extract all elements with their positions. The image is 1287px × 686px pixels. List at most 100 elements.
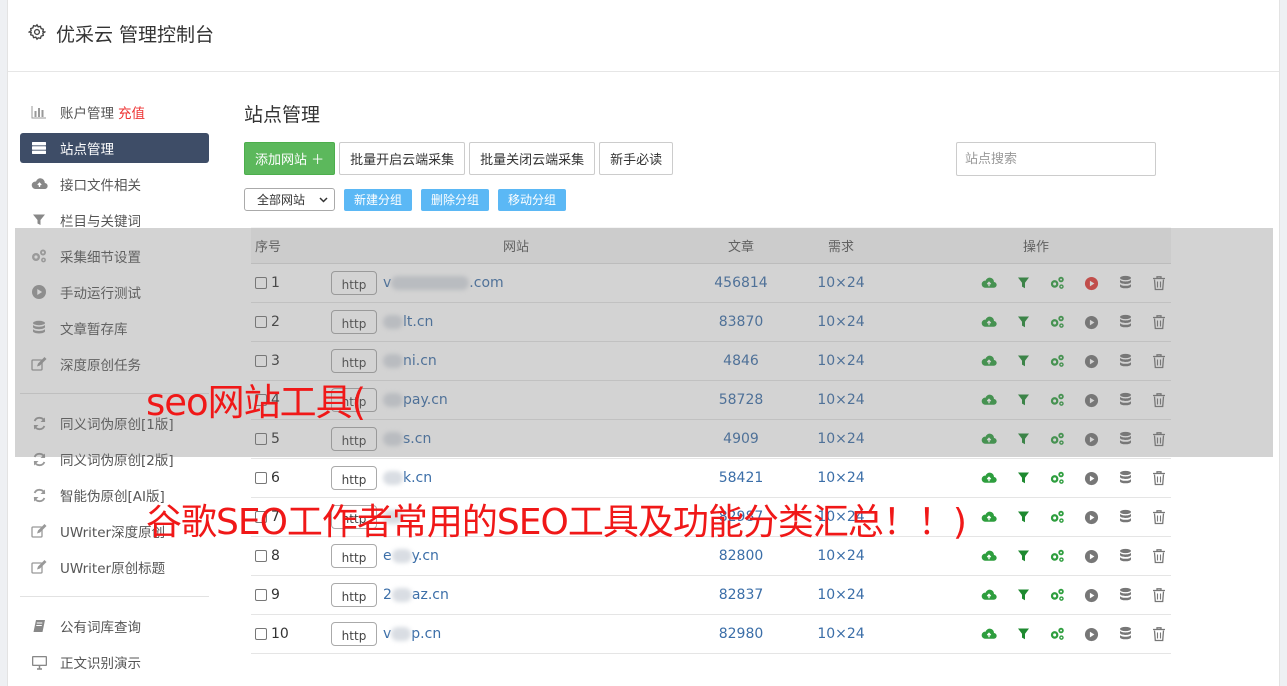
- storage-op-icon[interactable]: [1117, 509, 1133, 525]
- sidebar-item[interactable]: 公有词库查询: [20, 608, 209, 644]
- site-domain[interactable]: e y.cn: [383, 548, 439, 564]
- redacted-blur: [391, 627, 412, 641]
- app-title: 优采云 管理控制台: [56, 24, 215, 46]
- upload-cloud-icon[interactable]: [981, 587, 997, 603]
- site-cell: http 2 az.cn: [331, 583, 701, 607]
- settings-op-icon[interactable]: [1049, 548, 1065, 564]
- run-icon[interactable]: [1083, 470, 1099, 486]
- main-content: 站点管理 添加网站 ＋ 批量开启云端采集 批量关闭云端采集 新手必读 全部网站 …: [244, 100, 1171, 654]
- storage-op-icon[interactable]: [1117, 548, 1133, 564]
- upload-cloud-icon[interactable]: [981, 509, 997, 525]
- batch-disable-button[interactable]: 批量关闭云端采集: [469, 142, 596, 175]
- sidebar-item[interactable]: 站点管理: [20, 133, 209, 163]
- trash-icon[interactable]: [1151, 548, 1167, 564]
- recharge-link[interactable]: 充值: [118, 102, 145, 122]
- article-count[interactable]: 82980: [701, 626, 781, 642]
- ops-cell: [901, 548, 1171, 564]
- guide-button[interactable]: 新手必读: [599, 142, 674, 175]
- filter-op-icon[interactable]: [1015, 470, 1031, 486]
- article-count[interactable]: 82800: [701, 548, 781, 564]
- row-checkbox[interactable]: [255, 628, 267, 640]
- row-checkbox[interactable]: [255, 589, 267, 601]
- ops-cell: [901, 587, 1171, 603]
- settings-op-icon[interactable]: [1049, 626, 1065, 642]
- watermark-line-1: seo网站工具(: [146, 381, 366, 424]
- domain-end: az.cn: [411, 587, 449, 603]
- row-number-cell: 9: [251, 587, 331, 603]
- run-icon[interactable]: [1083, 509, 1099, 525]
- site-domain[interactable]: v p.cn: [383, 626, 441, 642]
- storage-op-icon[interactable]: [1117, 626, 1133, 642]
- http-badge[interactable]: http: [331, 622, 377, 646]
- page-title: 站点管理: [244, 104, 321, 126]
- sidebar-item-label: 站点管理: [60, 142, 114, 158]
- redacted-blur: [391, 588, 412, 602]
- storage-op-icon[interactable]: [1117, 587, 1133, 603]
- move-group-button[interactable]: 移动分组: [498, 188, 567, 211]
- article-count[interactable]: 82837: [701, 587, 781, 603]
- filter-op-icon[interactable]: [1015, 587, 1031, 603]
- new-group-button[interactable]: 新建分组: [344, 188, 413, 211]
- settings-op-icon[interactable]: [1049, 587, 1065, 603]
- filter-op-icon[interactable]: [1015, 548, 1031, 564]
- article-count[interactable]: 58421: [701, 470, 781, 486]
- sidebar-item[interactable]: UWriter原创标题: [20, 549, 209, 585]
- edit-icon: [30, 559, 48, 575]
- sidebar-item[interactable]: 正文识别演示: [20, 644, 209, 680]
- trash-icon[interactable]: [1151, 626, 1167, 642]
- filter-op-icon[interactable]: [1015, 509, 1031, 525]
- redacted-blur: [391, 549, 412, 563]
- book-icon: [30, 618, 48, 634]
- trash-icon[interactable]: [1151, 509, 1167, 525]
- site-search-input[interactable]: [956, 142, 1156, 176]
- filter-op-icon[interactable]: [1015, 626, 1031, 642]
- http-badge[interactable]: http: [331, 466, 377, 490]
- settings-op-icon[interactable]: [1049, 470, 1065, 486]
- site-domain[interactable]: 2 az.cn: [383, 587, 449, 603]
- upload-cloud-icon[interactable]: [981, 470, 997, 486]
- storage-op-icon[interactable]: [1117, 470, 1133, 486]
- row-checkbox[interactable]: [255, 550, 267, 562]
- need-value[interactable]: 10×24: [781, 470, 901, 486]
- add-site-button[interactable]: 添加网站 ＋: [244, 142, 336, 175]
- upload-cloud-icon[interactable]: [981, 548, 997, 564]
- group-bar: 全部网站 新建分组 删除分组 移动分组: [244, 188, 567, 211]
- ops-cell: [901, 470, 1171, 486]
- sidebar-item-label: 接口文件相关: [60, 178, 141, 194]
- http-badge[interactable]: http: [331, 544, 377, 568]
- settings-op-icon[interactable]: [1049, 509, 1065, 525]
- run-icon[interactable]: [1083, 626, 1099, 642]
- site-cell: http v p.cn: [331, 622, 701, 646]
- domain-start: v: [383, 626, 392, 642]
- group-select-value: 全部网站: [257, 193, 306, 207]
- need-value[interactable]: 10×24: [781, 587, 901, 603]
- sidebar-item[interactable]: 接口文件相关: [20, 166, 209, 202]
- ops-cell: [901, 626, 1171, 642]
- server-icon: [30, 140, 48, 156]
- sidebar-divider: [20, 596, 209, 597]
- http-badge[interactable]: http: [331, 583, 377, 607]
- toolbar: 添加网站 ＋ 批量开启云端采集 批量关闭云端采集 新手必读: [244, 142, 674, 175]
- edit-icon: [30, 523, 48, 539]
- sidebar-item[interactable]: 账户管理 充值: [20, 94, 209, 130]
- trash-icon[interactable]: [1151, 587, 1167, 603]
- site-domain[interactable]: k.cn: [383, 470, 432, 486]
- sidebar-item-label: 账户管理: [60, 106, 114, 122]
- row-number-cell: 8: [251, 548, 331, 564]
- group-select[interactable]: 全部网站: [244, 188, 335, 211]
- domain-start: e: [383, 548, 392, 564]
- chevron-down-icon: [319, 196, 328, 203]
- site-cell: http k.cn: [331, 466, 701, 490]
- redacted-blur: [383, 471, 403, 485]
- trash-icon[interactable]: [1151, 470, 1167, 486]
- row-checkbox[interactable]: [255, 472, 267, 484]
- upload-cloud-icon[interactable]: [981, 626, 997, 642]
- need-value[interactable]: 10×24: [781, 626, 901, 642]
- batch-enable-button[interactable]: 批量开启云端采集: [339, 142, 466, 175]
- run-icon[interactable]: [1083, 587, 1099, 603]
- need-value[interactable]: 10×24: [781, 548, 901, 564]
- delete-group-button[interactable]: 删除分组: [421, 188, 490, 211]
- run-icon[interactable]: [1083, 548, 1099, 564]
- domain-end: k.cn: [403, 470, 433, 486]
- domain-end: y.cn: [411, 548, 439, 564]
